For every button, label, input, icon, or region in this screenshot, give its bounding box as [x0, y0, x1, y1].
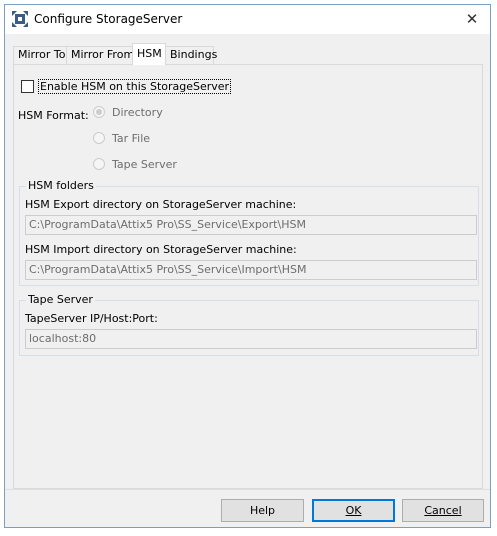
export-directory-label: HSM Export directory on StorageServer ma…: [25, 198, 297, 211]
radio-tar-file-label: Tar File: [112, 132, 151, 145]
tab-mirror-to[interactable]: Mirror To: [13, 46, 67, 64]
radio-directory[interactable]: [93, 106, 105, 118]
help-button[interactable]: Help: [221, 499, 304, 522]
tape-server-group: Tape Server TapeServer IP/Host:Port: loc…: [19, 293, 479, 356]
window-title: Configure StorageServer: [34, 12, 183, 26]
tab-hsm[interactable]: HSM: [132, 43, 166, 65]
enable-hsm-label[interactable]: Enable HSM on this StorageServer: [38, 79, 232, 94]
radio-directory-label: Directory: [112, 106, 163, 119]
footer-separator: [5, 489, 490, 490]
tab-bindings[interactable]: Bindings: [165, 46, 217, 64]
hsm-folders-group: HSM folders HSM Export directory on Stor…: [19, 179, 479, 286]
hsm-tab-panel: Enable HSM on this StorageServer HSM For…: [13, 64, 483, 489]
cancel-button[interactable]: Cancel: [402, 499, 484, 522]
tape-server-address-field[interactable]: localhost:80: [25, 329, 477, 349]
import-directory-label: HSM Import directory on StorageServer ma…: [25, 243, 297, 256]
enable-hsm-checkbox[interactable]: [21, 80, 34, 93]
close-icon[interactable]: ✕: [462, 9, 482, 29]
tape-server-address-label: TapeServer IP/Host:Port:: [25, 312, 158, 325]
import-directory-field[interactable]: C:\ProgramData\Attix5 Pro\SS_Service\Imp…: [25, 260, 477, 280]
radio-tape-server-label: Tape Server: [112, 158, 177, 171]
ok-button[interactable]: OK: [312, 499, 395, 522]
storage-server-icon: [12, 11, 28, 27]
title-bar: Configure StorageServer ✕: [5, 5, 490, 34]
configure-storageserver-dialog: Configure StorageServer ✕ Mirror To Mirr…: [4, 4, 491, 528]
export-directory-field[interactable]: C:\ProgramData\Attix5 Pro\SS_Service\Exp…: [25, 215, 477, 235]
hsm-format-label: HSM Format:: [18, 109, 89, 122]
cancel-button-label: Cancel: [424, 504, 462, 517]
tab-mirror-from[interactable]: Mirror From: [66, 46, 134, 64]
hsm-folders-title: HSM folders: [26, 179, 96, 192]
radio-tape-server[interactable]: [93, 158, 105, 170]
tape-server-title: Tape Server: [26, 293, 95, 306]
radio-tar-file[interactable]: [93, 132, 105, 144]
ok-button-label: OK: [345, 504, 362, 517]
